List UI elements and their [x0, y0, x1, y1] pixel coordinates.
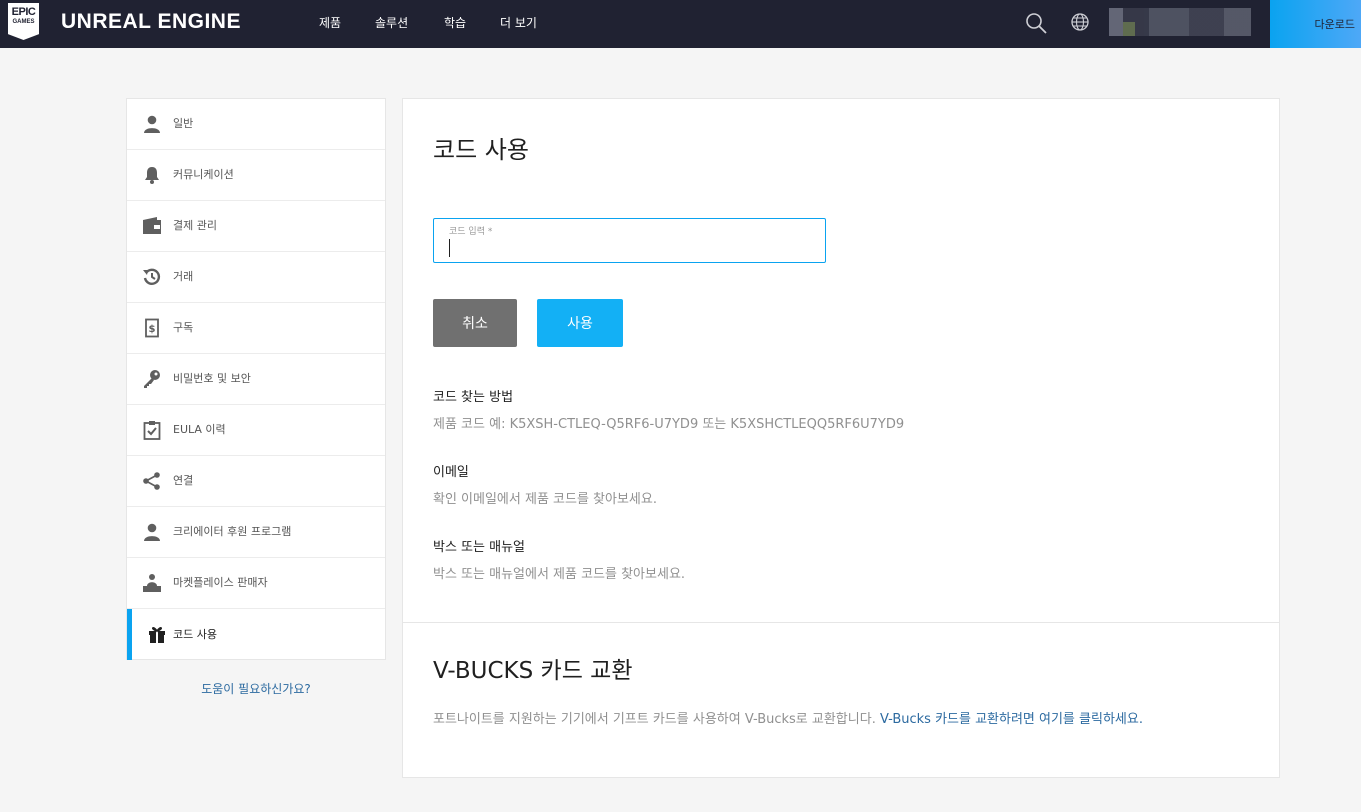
sidebar-item-communication[interactable]: 커뮤니케이션	[127, 150, 385, 201]
sidebar-item-label: 커뮤니케이션	[173, 168, 234, 181]
sidebar-item-general[interactable]: 일반	[127, 99, 385, 150]
logo-line1: EPIC	[11, 6, 36, 18]
sidebar-item-transactions[interactable]: 거래	[127, 252, 385, 303]
history-icon	[143, 268, 161, 285]
cancel-button[interactable]: 취소	[433, 299, 517, 347]
sidebar-item-label: 연결	[173, 474, 194, 487]
redeem-button[interactable]: 사용	[537, 299, 623, 347]
account-sidebar: 일반 커뮤니케이션 결제 관리 거래 $ 구독 비밀번호 및 보안 EULA 이…	[126, 98, 386, 660]
sidebar-item-redeem-code[interactable]: 코드 사용	[127, 609, 385, 660]
section-text-find-code: 제품 코드 예: K5XSH-CTLEQ-Q5RF6-U7YD9 또는 K5XS…	[433, 417, 905, 432]
user-icon	[144, 523, 160, 541]
sidebar-item-label: 비밀번호 및 보안	[173, 372, 251, 385]
sidebar-item-payment[interactable]: 결제 관리	[127, 201, 385, 252]
nav-item-solutions[interactable]: 솔루션	[375, 15, 408, 31]
sidebar-item-label: 거래	[173, 270, 194, 283]
bell-icon	[145, 167, 159, 184]
vbucks-description: 포트나이트를 지원하는 기기에서 기프트 카드를 사용하여 V-Bucks로 교…	[433, 711, 1143, 729]
seller-icon	[143, 574, 161, 592]
top-nav: EPIC GAMES UNREAL ENGINE 제품 솔루션 학습 더 보기 …	[0, 0, 1361, 48]
wallet-icon	[143, 217, 161, 234]
sidebar-item-label: 일반	[173, 117, 194, 130]
epic-games-logo[interactable]: EPIC GAMES	[8, 3, 39, 40]
vbucks-title: V-BUCKS 카드 교환	[433, 658, 633, 684]
sidebar-item-label: 구독	[173, 321, 194, 334]
nav-item-more[interactable]: 더 보기	[500, 15, 537, 31]
sidebar-item-label: 코드 사용	[173, 627, 217, 641]
section-heading-find-code: 코드 찾는 방법	[433, 390, 514, 405]
sidebar-item-connections[interactable]: 연결	[127, 456, 385, 507]
key-icon	[144, 370, 160, 388]
sidebar-item-creator-support[interactable]: 크리에이터 후원 프로그램	[127, 507, 385, 558]
code-input[interactable]	[450, 237, 810, 259]
vbucks-text: 포트나이트를 지원하는 기기에서 기프트 카드를 사용하여 V-Bucks로 교…	[433, 712, 876, 727]
download-button[interactable]: 다운로드	[1270, 0, 1361, 48]
page-title: 코드 사용	[433, 136, 529, 164]
section-heading-box-manual: 박스 또는 매뉴얼	[433, 540, 525, 555]
vbucks-redeem-link[interactable]: V-Bucks 카드를 교환하려면 여기를 클릭하세요.	[880, 712, 1143, 727]
svg-text:$: $	[149, 324, 156, 335]
section-text-box-manual: 박스 또는 매뉴얼에서 제품 코드를 찾아보세요.	[433, 567, 686, 582]
share-icon	[143, 472, 160, 490]
nav-item-learn[interactable]: 학습	[444, 15, 466, 31]
section-heading-email: 이메일	[433, 465, 469, 480]
sidebar-item-subscriptions[interactable]: $ 구독	[127, 303, 385, 354]
nav-item-products[interactable]: 제품	[319, 15, 341, 31]
sidebar-item-label: 결제 관리	[173, 219, 217, 232]
sidebar-item-eula-history[interactable]: EULA 이력	[127, 405, 385, 456]
redeem-code-card: 코드 사용 코드 입력 * 취소 사용 코드 찾는 방법 제품 코드 예: K5…	[402, 98, 1280, 778]
logo-line2: GAMES	[12, 19, 35, 25]
gift-icon	[149, 627, 165, 643]
brand-logo[interactable]: UNREAL ENGINE	[61, 10, 241, 34]
user-account-menu[interactable]	[1109, 8, 1251, 36]
section-divider	[403, 622, 1279, 623]
clipboard-check-icon	[143, 421, 161, 440]
sidebar-item-marketplace-seller[interactable]: 마켓플레이스 판매자	[127, 558, 385, 609]
section-text-email: 확인 이메일에서 제품 코드를 찾아보세요.	[433, 492, 657, 507]
search-icon[interactable]	[1024, 11, 1048, 35]
sidebar-item-label: EULA 이력	[173, 423, 226, 436]
sidebar-item-label: 크리에이터 후원 프로그램	[173, 525, 292, 538]
code-input-label: 코드 입력 *	[449, 227, 493, 237]
help-link[interactable]: 도움이 필요하신가요?	[126, 680, 386, 697]
sidebar-item-password-security[interactable]: 비밀번호 및 보안	[127, 354, 385, 405]
receipt-icon: $	[145, 318, 159, 338]
user-icon	[144, 115, 160, 133]
sidebar-item-label: 마켓플레이스 판매자	[173, 576, 268, 589]
globe-icon[interactable]	[1070, 12, 1090, 32]
code-input-field[interactable]: 코드 입력 *	[433, 218, 826, 263]
